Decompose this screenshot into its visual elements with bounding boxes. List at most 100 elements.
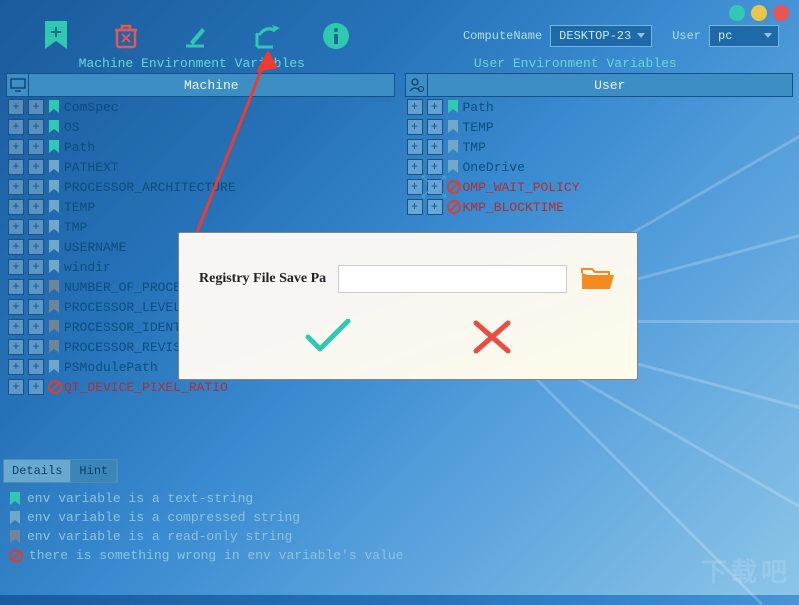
- save-dialog: Registry File Save Pa: [178, 232, 638, 380]
- expand-icon[interactable]: +: [427, 139, 443, 155]
- expand-icon[interactable]: +: [8, 219, 24, 235]
- expand-icon[interactable]: +: [28, 99, 44, 115]
- user-icon: [406, 74, 428, 96]
- expand-icon[interactable]: +: [8, 139, 24, 155]
- var-row-machine[interactable]: ++ QT_DEVICE_PIXEL_RATIO: [6, 377, 395, 397]
- var-row-user[interactable]: ++ Path: [405, 97, 794, 117]
- bookmark-icon: [48, 140, 60, 154]
- var-name: PSModulePath: [64, 360, 158, 375]
- cancel-button[interactable]: [472, 319, 512, 359]
- expand-icon[interactable]: +: [28, 319, 44, 335]
- add-bookmark-icon[interactable]: [40, 20, 72, 52]
- expand-controls[interactable]: ↖↗ ↙↘: [420, 172, 448, 202]
- expand-icon[interactable]: +: [8, 279, 24, 295]
- bookmark-icon: [48, 160, 60, 174]
- var-row-machine[interactable]: ++ ComSpec: [6, 97, 395, 117]
- info-icon[interactable]: [320, 20, 352, 52]
- var-name: QT_DEVICE_PIXEL_RATIO: [64, 380, 228, 395]
- expand-icon[interactable]: +: [427, 99, 443, 115]
- var-name: USERNAME: [64, 240, 126, 255]
- var-row-user[interactable]: ++KMP_BLOCKTIME: [405, 197, 794, 217]
- var-row-machine[interactable]: ++ PATHEXT: [6, 157, 395, 177]
- legend-text-4: there is something wrong in env variable…: [29, 548, 403, 563]
- var-name: TMP: [463, 140, 486, 155]
- expand-icon[interactable]: +: [8, 179, 24, 195]
- bookmark-icon: [48, 320, 60, 334]
- expand-icon[interactable]: +: [8, 379, 24, 395]
- expand-icon[interactable]: +: [8, 259, 24, 275]
- expand-icon[interactable]: +: [28, 359, 44, 375]
- expand-icon[interactable]: +: [8, 99, 24, 115]
- expand-icon[interactable]: +: [28, 139, 44, 155]
- expand-icon[interactable]: +: [28, 239, 44, 255]
- var-row-user[interactable]: ++OneDrive: [405, 157, 794, 177]
- expand-icon[interactable]: +: [28, 279, 44, 295]
- expand-icon[interactable]: +: [407, 99, 423, 115]
- legend-text-2: env variable is a compressed string: [27, 510, 300, 525]
- bookmark-icon: [48, 280, 60, 294]
- expand-icon[interactable]: +: [28, 219, 44, 235]
- delete-icon[interactable]: [110, 20, 142, 52]
- var-row-user[interactable]: ++TEMP: [405, 117, 794, 137]
- expand-icon[interactable]: +: [28, 259, 44, 275]
- export-icon[interactable]: [250, 20, 282, 52]
- bookmark-icon: [48, 300, 60, 314]
- expand-icon[interactable]: +: [8, 339, 24, 355]
- user-header: User: [405, 73, 794, 97]
- expand-icon[interactable]: +: [427, 119, 443, 135]
- expand-icon[interactable]: +: [407, 139, 423, 155]
- var-row-user[interactable]: ++OMP_WAIT_POLICY: [405, 177, 794, 197]
- expand-icon[interactable]: +: [8, 299, 24, 315]
- expand-icon[interactable]: +: [28, 299, 44, 315]
- legend-text-1: env variable is a text-string: [27, 491, 253, 506]
- expand-icon[interactable]: +: [8, 319, 24, 335]
- legend-panel: env variable is a text-string env variab…: [3, 489, 796, 565]
- bookmark-icon: [447, 140, 459, 154]
- computename-select[interactable]: DESKTOP-23: [550, 25, 652, 47]
- expand-icon[interactable]: +: [28, 119, 44, 135]
- var-name: TEMP: [64, 200, 95, 215]
- var-name: PATHEXT: [64, 160, 119, 175]
- var-row-machine[interactable]: ++OS: [6, 117, 395, 137]
- expand-icon[interactable]: +: [28, 339, 44, 355]
- machine-header: Machine: [6, 73, 395, 97]
- user-select[interactable]: pc: [709, 25, 779, 47]
- expand-icon[interactable]: +: [28, 199, 44, 215]
- expand-icon[interactable]: +: [8, 239, 24, 255]
- confirm-button[interactable]: [304, 319, 352, 359]
- var-name: ComSpec: [64, 100, 119, 115]
- var-name: PROCESSOR_LEVEL: [64, 300, 181, 315]
- expand-icon[interactable]: +: [28, 179, 44, 195]
- error-icon: [48, 380, 60, 394]
- legend-text-3: env variable is a read-only string: [27, 529, 292, 544]
- user-label: User: [672, 29, 701, 43]
- var-row-machine[interactable]: ++Path: [6, 137, 395, 157]
- bookmark-icon: [48, 120, 60, 134]
- expand-icon[interactable]: +: [8, 359, 24, 375]
- bookmark-icon: [447, 120, 459, 134]
- bookmark-icon: [48, 200, 60, 214]
- var-name: Path: [463, 100, 494, 115]
- expand-icon[interactable]: +: [28, 159, 44, 175]
- bookmark-icon: [48, 180, 60, 194]
- expand-icon[interactable]: +: [28, 379, 44, 395]
- expand-icon[interactable]: +: [407, 119, 423, 135]
- expand-icon[interactable]: +: [8, 159, 24, 175]
- expand-icon[interactable]: +: [8, 119, 24, 135]
- var-row-machine[interactable]: ++ TEMP: [6, 197, 395, 217]
- bookmark-icon: [447, 160, 459, 174]
- save-path-input[interactable]: [338, 265, 567, 293]
- expand-icon[interactable]: +: [8, 199, 24, 215]
- tab-hint[interactable]: Hint: [71, 460, 117, 482]
- tab-details[interactable]: Details: [4, 460, 71, 482]
- var-name: OneDrive: [463, 160, 525, 175]
- bookmark-icon: [447, 100, 459, 114]
- bookmark-icon: [48, 260, 60, 274]
- edit-icon[interactable]: [180, 20, 212, 52]
- var-name: PROCESSOR_ARCHITECTURE: [64, 180, 236, 195]
- var-row-machine[interactable]: ++ PROCESSOR_ARCHITECTURE: [6, 177, 395, 197]
- machine-section-title: Machine Environment Variables: [0, 56, 384, 71]
- bookmark-icon: [48, 100, 60, 114]
- browse-folder-icon[interactable]: [579, 263, 617, 295]
- var-row-user[interactable]: ++ TMP: [405, 137, 794, 157]
